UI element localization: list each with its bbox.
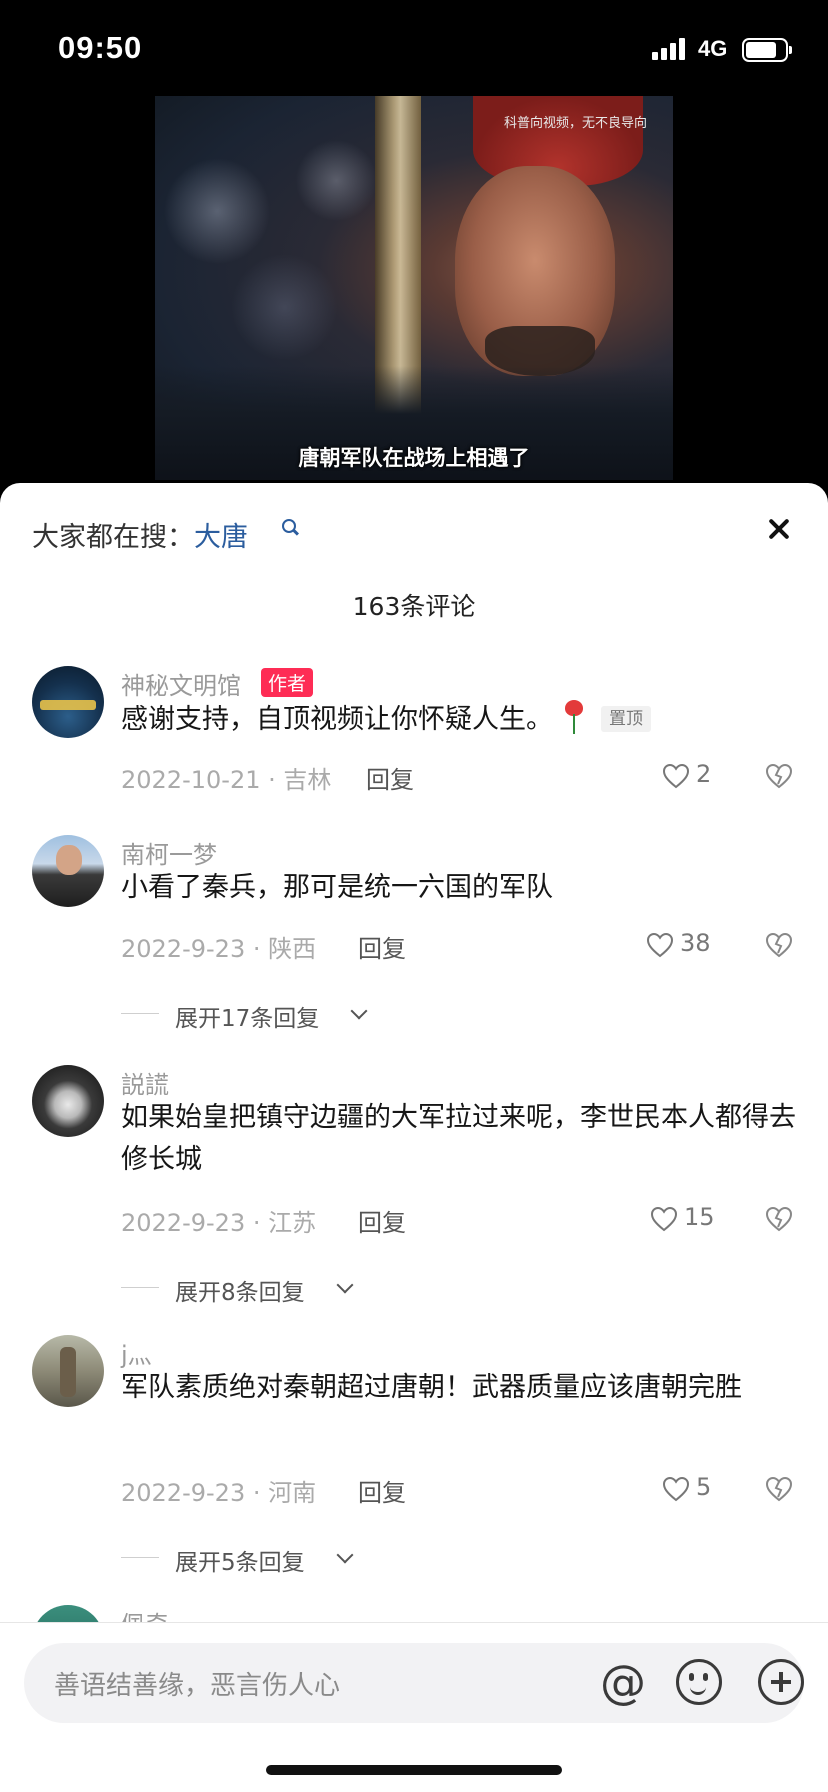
expand-divider <box>121 1013 159 1014</box>
dislike-icon[interactable] <box>765 1205 793 1233</box>
status-bar: 09:50 4G <box>0 0 828 96</box>
reply-button[interactable]: 回复 <box>366 760 414 795</box>
expand-divider <box>121 1287 159 1288</box>
expand-replies-button[interactable]: 展开8条回复 <box>121 1273 371 1306</box>
comment-date-location: 2022-9-23 · 江苏 <box>121 1209 317 1237</box>
input-placeholder: 善语结善缘，恶言伤人心 <box>54 1671 341 1701</box>
reply-button[interactable]: 回复 <box>358 1203 406 1238</box>
like-count: 15 <box>684 1203 715 1231</box>
chevron-down-icon <box>336 1546 354 1564</box>
search-prefix: 大家都在搜： <box>32 522 194 553</box>
emoji-icon[interactable] <box>676 1659 722 1705</box>
comment-text[interactable]: 如果始皇把镇守边疆的大军拉过来呢，李世民本人都得去修长城 <box>121 1097 801 1181</box>
comment-body: 感谢支持，自顶视频让你怀疑人生。 <box>121 704 553 735</box>
comment-count: 163条评论 <box>352 592 476 621</box>
comment-item[interactable]: j灬 军队素质绝对秦朝超过唐朝！武器质量应该唐朝完胜 2022-9-23 · 河… <box>0 1335 828 1576</box>
heart-icon <box>646 932 674 958</box>
comment-item[interactable]: 南柯一梦 小看了秦兵，那可是统一六国的军队 2022-9-23 · 陕西 回复 … <box>0 835 828 1035</box>
comment-item[interactable]: 説謊 如果始皇把镇守边疆的大军拉过来呢，李世民本人都得去修长城 2022-9-2… <box>0 1065 828 1306</box>
heart-icon <box>662 1476 690 1502</box>
comment-date-location: 2022-9-23 · 陕西 <box>121 935 317 963</box>
status-time: 09:50 <box>58 30 143 65</box>
video-subtitle: 唐朝军队在战场上相遇了 <box>298 446 530 470</box>
heart-icon <box>662 763 690 789</box>
like-count: 38 <box>680 929 711 957</box>
video-watermark: 科普向视频，无不良导向 <box>503 116 647 131</box>
comment-input[interactable]: 善语结善缘，恶言伤人心 @ <box>24 1643 804 1723</box>
username[interactable]: 説謊 <box>121 1065 169 1100</box>
username[interactable]: 神秘文明馆 <box>121 666 241 701</box>
search-term-link[interactable]: 大唐 <box>194 522 248 553</box>
rose-emoji-icon <box>561 698 587 736</box>
search-icon[interactable] <box>282 519 296 533</box>
comment-text[interactable]: 感谢支持，自顶视频让你怀疑人生。 置顶 <box>121 698 801 741</box>
dislike-icon[interactable] <box>765 931 793 959</box>
expand-replies-label: 展开17条回复 <box>175 1006 320 1032</box>
pinned-badge: 置顶 <box>601 706 651 732</box>
like-button[interactable]: 5 <box>662 1473 742 1505</box>
network-type: 4G <box>698 36 728 61</box>
expand-replies-label: 展开5条回复 <box>175 1550 305 1576</box>
like-count: 2 <box>696 760 712 788</box>
battery-level <box>746 42 776 58</box>
search-suggestion: 大家都在搜：大唐 <box>32 515 248 554</box>
avatar[interactable] <box>32 1335 104 1407</box>
comment-date-location: 2022-10-21 · 吉林 <box>121 766 332 794</box>
close-button[interactable] <box>758 507 802 551</box>
home-indicator[interactable] <box>266 1765 562 1775</box>
comment-input-bar: 善语结善缘，恶言伤人心 @ <box>0 1622 828 1792</box>
chevron-down-icon <box>350 1002 368 1020</box>
add-icon[interactable] <box>758 1659 804 1705</box>
username[interactable]: j灬 <box>121 1335 152 1370</box>
battery-icon <box>742 38 792 62</box>
username[interactable]: 南柯一梦 <box>121 835 217 870</box>
comment-date-location: 2022-9-23 · 河南 <box>121 1479 317 1507</box>
like-button[interactable]: 2 <box>662 760 732 792</box>
author-badge: 作者 <box>261 668 314 697</box>
expand-replies-button[interactable]: 展开5条回复 <box>121 1543 371 1576</box>
like-button[interactable]: 38 <box>646 929 736 961</box>
expand-divider <box>121 1557 159 1558</box>
avatar[interactable] <box>32 666 104 738</box>
like-button[interactable]: 15 <box>650 1203 740 1235</box>
heart-icon <box>650 1206 678 1232</box>
comment-text[interactable]: 小看了秦兵，那可是统一六国的军队 <box>121 867 801 909</box>
avatar[interactable] <box>32 835 104 907</box>
comment-text[interactable]: 军队素质绝对秦朝超过唐朝！武器质量应该唐朝完胜 <box>121 1367 801 1409</box>
dislike-icon[interactable] <box>765 762 793 790</box>
reply-button[interactable]: 回复 <box>358 1473 406 1508</box>
dislike-icon[interactable] <box>765 1475 793 1503</box>
expand-replies-button[interactable]: 展开17条回复 <box>121 999 381 1032</box>
comment-item[interactable]: 神秘文明馆 作者 感谢支持，自顶视频让你怀疑人生。 置顶 2022-10-21 ·… <box>0 666 828 806</box>
chevron-down-icon <box>336 1276 354 1294</box>
avatar[interactable] <box>32 1065 104 1137</box>
comment-sheet: 大家都在搜：大唐 163条评论 神秘文明馆 作者 感谢支持，自顶视频让你怀疑人生… <box>0 483 828 1792</box>
like-count: 5 <box>696 1473 712 1501</box>
cellular-signal-icon <box>652 38 690 60</box>
reply-button[interactable]: 回复 <box>358 929 406 964</box>
expand-replies-label: 展开8条回复 <box>175 1280 305 1306</box>
video-player[interactable]: 科普向视频，无不良导向 唐朝军队在战场上相遇了 <box>155 96 673 480</box>
mention-icon[interactable]: @ <box>598 1657 648 1707</box>
